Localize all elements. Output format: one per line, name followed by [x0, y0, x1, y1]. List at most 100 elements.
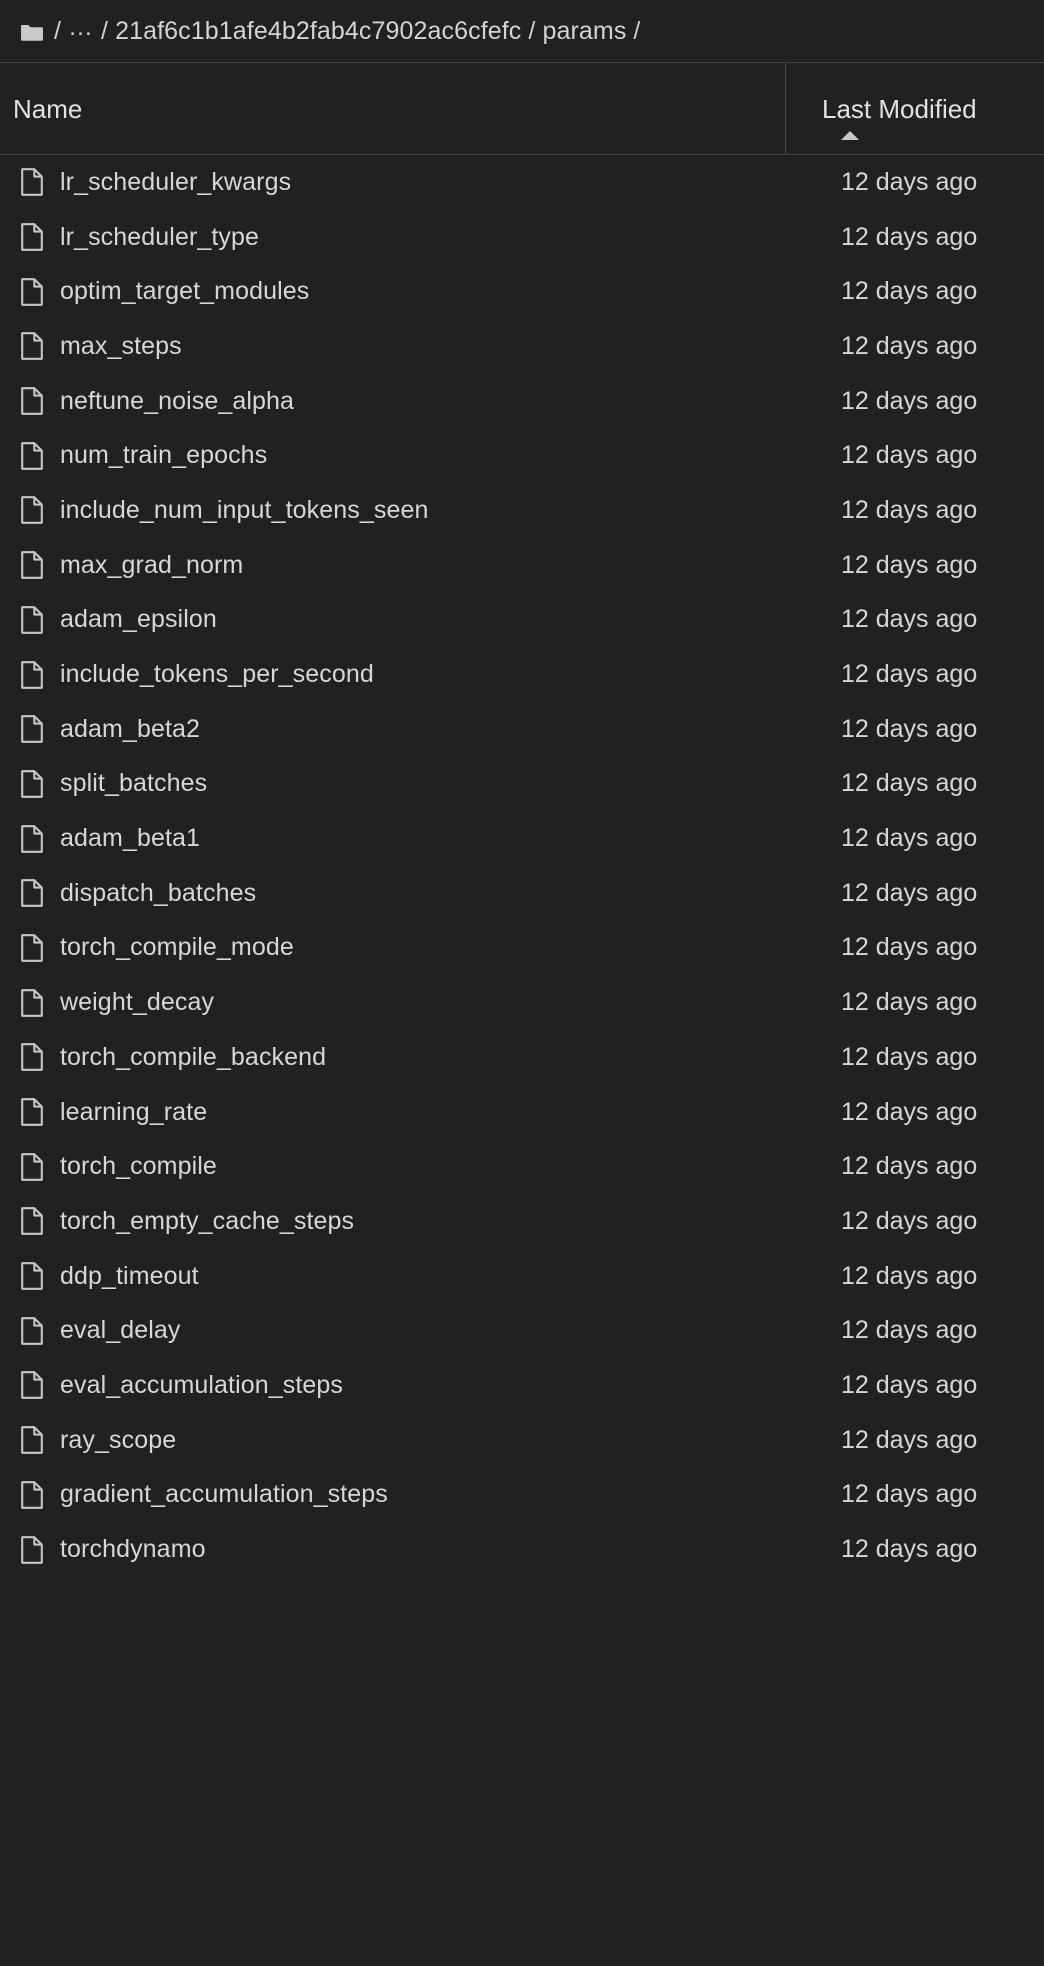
file-name: torch_compile	[60, 1152, 217, 1181]
file-name: adam_beta1	[60, 824, 201, 853]
file-icon	[20, 1097, 44, 1127]
file-last-modified: 12 days ago	[841, 1316, 978, 1345]
file-last-modified: 12 days ago	[841, 878, 978, 907]
file-last-modified: 12 days ago	[841, 714, 978, 743]
breadcrumb-separator-3: /	[633, 16, 641, 45]
file-icon	[20, 1535, 44, 1565]
table-row[interactable]: adam_epsilon 12 days ago	[0, 593, 1044, 648]
file-name: lr_scheduler_kwargs	[60, 167, 292, 196]
file-name: gradient_accumulation_steps	[60, 1480, 388, 1509]
table-row[interactable]: lr_scheduler_kwargs 12 days ago	[0, 155, 1044, 210]
table-row[interactable]: include_tokens_per_second 12 days ago	[0, 647, 1044, 702]
table-row[interactable]: include_num_input_tokens_seen 12 days ag…	[0, 483, 1044, 538]
file-icon	[20, 222, 44, 252]
table-row[interactable]: ddp_timeout 12 days ago	[0, 1249, 1044, 1304]
table-row[interactable]: torch_compile 12 days ago	[0, 1139, 1044, 1194]
table-row[interactable]: max_steps 12 days ago	[0, 319, 1044, 374]
table-row[interactable]: torch_empty_cache_steps 12 days ago	[0, 1194, 1044, 1249]
table-row[interactable]: torch_compile_backend 12 days ago	[0, 1030, 1044, 1085]
table-row[interactable]: max_grad_norm 12 days ago	[0, 538, 1044, 593]
file-last-modified: 12 days ago	[841, 1042, 978, 1071]
table-row[interactable]: neftune_noise_alpha 12 days ago	[0, 374, 1044, 429]
file-name: torchdynamo	[60, 1535, 206, 1564]
table-row[interactable]: dispatch_batches 12 days ago	[0, 866, 1044, 921]
table-header: Name Last Modified	[0, 62, 1044, 155]
file-icon	[20, 1370, 44, 1400]
file-last-modified: 12 days ago	[841, 1535, 978, 1564]
table-row[interactable]: learning_rate 12 days ago	[0, 1085, 1044, 1140]
table-row[interactable]: adam_beta2 12 days ago	[0, 702, 1044, 757]
file-icon	[20, 1152, 44, 1182]
file-name: adam_epsilon	[60, 605, 217, 634]
file-last-modified: 12 days ago	[841, 331, 978, 360]
file-icon	[20, 933, 44, 963]
file-icon	[20, 824, 44, 854]
file-last-modified: 12 days ago	[841, 769, 978, 798]
file-last-modified: 12 days ago	[841, 1480, 978, 1509]
file-icon	[20, 769, 44, 799]
file-list[interactable]: lr_scheduler_kwargs 12 days ago lr_sched…	[0, 155, 1044, 1966]
file-last-modified: 12 days ago	[841, 441, 978, 470]
file-icon	[20, 441, 44, 471]
file-icon	[20, 386, 44, 416]
file-name: num_train_epochs	[60, 441, 268, 470]
file-name: weight_decay	[60, 988, 215, 1017]
caret-up-icon	[841, 131, 859, 140]
column-header-name[interactable]: Name	[0, 63, 785, 154]
table-row[interactable]: torchdynamo 12 days ago	[0, 1522, 1044, 1577]
file-last-modified: 12 days ago	[841, 933, 978, 962]
file-name: optim_target_modules	[60, 277, 310, 306]
table-row[interactable]: eval_delay 12 days ago	[0, 1303, 1044, 1358]
file-browser: / … / 21af6c1b1afe4b2fab4c7902ac6cfefc /…	[0, 0, 1044, 1966]
file-name: eval_accumulation_steps	[60, 1370, 344, 1399]
breadcrumb-ellipsis[interactable]: …	[68, 13, 94, 42]
file-last-modified: 12 days ago	[841, 550, 978, 579]
folder-icon[interactable]	[20, 23, 43, 42]
file-last-modified: 12 days ago	[841, 167, 978, 196]
file-name: adam_beta2	[60, 714, 201, 743]
table-row[interactable]: gradient_accumulation_steps 12 days ago	[0, 1468, 1044, 1523]
file-icon	[20, 878, 44, 908]
file-last-modified: 12 days ago	[841, 1425, 978, 1454]
table-row[interactable]: torch_compile_mode 12 days ago	[0, 921, 1044, 976]
breadcrumb-item-hash[interactable]: 21af6c1b1afe4b2fab4c7902ac6cfefc	[115, 17, 521, 46]
file-icon	[20, 277, 44, 307]
breadcrumb-item-params[interactable]: params	[542, 17, 626, 46]
file-name: include_num_input_tokens_seen	[60, 495, 429, 524]
table-row[interactable]: num_train_epochs 12 days ago	[0, 428, 1044, 483]
table-row[interactable]: optim_target_modules 12 days ago	[0, 264, 1044, 319]
breadcrumb-separator-2: /	[528, 16, 536, 45]
table-row[interactable]: ray_scope 12 days ago	[0, 1413, 1044, 1468]
file-name: max_grad_norm	[60, 550, 244, 579]
file-name: torch_compile_mode	[60, 933, 294, 962]
table-row[interactable]: lr_scheduler_type 12 days ago	[0, 210, 1044, 265]
breadcrumb-separator-1: /	[101, 16, 109, 45]
table-row[interactable]: adam_beta1 12 days ago	[0, 811, 1044, 866]
file-icon	[20, 605, 44, 635]
column-header-last-modified[interactable]: Last Modified	[785, 63, 1044, 154]
file-icon	[20, 1480, 44, 1510]
file-icon	[20, 714, 44, 744]
file-name: include_tokens_per_second	[60, 660, 374, 689]
file-name: ray_scope	[60, 1425, 177, 1454]
file-icon	[20, 167, 44, 197]
file-icon	[20, 1316, 44, 1346]
file-icon	[20, 1261, 44, 1291]
file-name: dispatch_batches	[60, 878, 257, 907]
file-last-modified: 12 days ago	[841, 1097, 978, 1126]
file-icon	[20, 1206, 44, 1236]
file-last-modified: 12 days ago	[841, 277, 978, 306]
file-name: torch_empty_cache_steps	[60, 1206, 355, 1235]
file-last-modified: 12 days ago	[841, 824, 978, 853]
file-icon	[20, 660, 44, 690]
table-row[interactable]: eval_accumulation_steps 12 days ago	[0, 1358, 1044, 1413]
file-last-modified: 12 days ago	[841, 386, 978, 415]
column-header-name-label: Name	[13, 94, 83, 124]
file-last-modified: 12 days ago	[841, 660, 978, 689]
file-last-modified: 12 days ago	[841, 1261, 978, 1290]
table-row[interactable]: weight_decay 12 days ago	[0, 975, 1044, 1030]
file-icon	[20, 331, 44, 361]
table-row[interactable]: split_batches 12 days ago	[0, 757, 1044, 812]
file-last-modified: 12 days ago	[841, 988, 978, 1017]
file-last-modified: 12 days ago	[841, 495, 978, 524]
